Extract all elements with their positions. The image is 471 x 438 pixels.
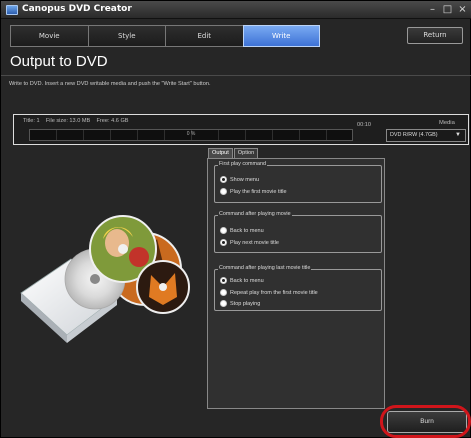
- title-bar[interactable]: Canopus DVD Creator – □ ×: [1, 1, 471, 19]
- tab-output[interactable]: Output: [208, 148, 233, 158]
- duration: 00:10: [357, 122, 371, 128]
- radio-label: Repeat play from the first movie title: [230, 289, 318, 296]
- main-window: Canopus DVD Creator – □ × Movie Style Ed…: [0, 0, 471, 438]
- radio-button[interactable]: [220, 188, 227, 195]
- after-movie-group: Command after playing movie Back to menu…: [214, 211, 382, 253]
- divider: [1, 75, 471, 76]
- app-icon: [6, 5, 18, 15]
- group-title: First play command: [218, 161, 268, 167]
- dvd-case-and-discs-image: [20, 215, 190, 343]
- return-button[interactable]: Return: [407, 27, 463, 44]
- minimize-button[interactable]: –: [427, 3, 438, 16]
- radio-button[interactable]: [220, 300, 227, 307]
- instruction-text: Write to DVD. Insert a new DVD writable …: [9, 81, 211, 87]
- radio-button[interactable]: [220, 227, 227, 234]
- radio-label: Play next movie title: [230, 239, 279, 246]
- media-select[interactable]: DVD R/RW (4.7GB) ▼: [386, 129, 466, 142]
- chevron-down-icon: ▼: [455, 132, 461, 138]
- radio-show-menu[interactable]: Show menu: [220, 176, 259, 183]
- radio-repeat-play[interactable]: Repeat play from the first movie title: [220, 289, 318, 296]
- radio-stop-playing[interactable]: Stop playing: [220, 300, 260, 307]
- radio-label: Play the first movie title: [230, 188, 287, 195]
- group-title: Command after playing movie: [218, 211, 292, 217]
- progress-percent: 0 %: [186, 131, 196, 137]
- radio-back-to-menu-last[interactable]: Back to menu: [220, 277, 264, 284]
- after-last-movie-group: Command after playing last movie title B…: [214, 265, 382, 311]
- radio-button[interactable]: [220, 277, 227, 284]
- radio-label: Stop playing: [230, 300, 261, 307]
- write-progress-bar: 0 %: [29, 129, 353, 141]
- radio-label: Back to menu: [230, 277, 264, 284]
- maximize-button[interactable]: □: [442, 3, 453, 16]
- radio-play-next-title[interactable]: Play next movie title: [220, 239, 279, 246]
- highlight-ring: [380, 405, 471, 438]
- close-button[interactable]: ×: [457, 3, 468, 16]
- window-title: Canopus DVD Creator: [22, 4, 132, 14]
- radio-label: Show menu: [230, 176, 260, 183]
- dvd-illustration: [13, 147, 206, 407]
- radio-label: Back to menu: [230, 227, 264, 234]
- file-size: File size: 13.0 MB: [45, 118, 91, 124]
- output-option-tabs: Output Option: [208, 148, 259, 158]
- tab-style[interactable]: Style: [87, 25, 165, 47]
- radio-button[interactable]: [220, 289, 227, 296]
- tab-write[interactable]: Write: [242, 25, 320, 47]
- radio-button[interactable]: [220, 176, 227, 183]
- radio-button[interactable]: [220, 239, 227, 246]
- media-value: DVD R/RW (4.7GB): [390, 132, 438, 138]
- tab-movie[interactable]: Movie: [10, 25, 88, 47]
- step-tabs: Movie Style Edit Write: [10, 25, 320, 47]
- tab-option[interactable]: Option: [233, 148, 259, 158]
- title-number: Title: 1: [23, 118, 40, 124]
- radio-back-to-menu[interactable]: Back to menu: [220, 227, 264, 234]
- group-title: Command after playing last movie title: [218, 265, 312, 271]
- free-space: Free: 4.6 GB: [96, 118, 129, 124]
- first-play-group: First play command Show menu Play the fi…: [214, 161, 382, 203]
- tab-edit[interactable]: Edit: [165, 25, 243, 47]
- radio-play-first-title[interactable]: Play the first movie title: [220, 188, 287, 195]
- title-info: Title: 1 File size: 13.0 MB Free: 4.6 GB: [23, 118, 129, 124]
- window-controls: – □ ×: [427, 3, 468, 16]
- media-label: Media: [439, 120, 455, 126]
- page-title: Output to DVD: [10, 53, 108, 70]
